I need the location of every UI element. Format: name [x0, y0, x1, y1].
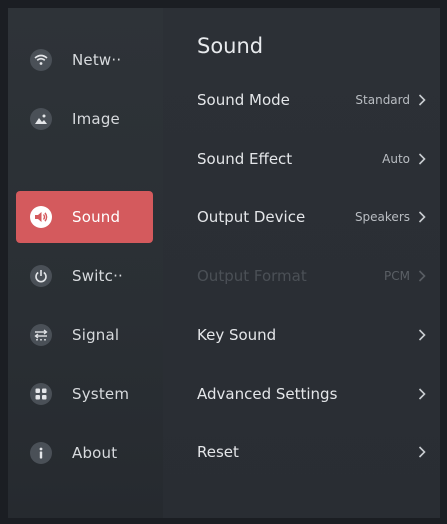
grid-icon [30, 383, 52, 405]
settings-sidebar: Netw·· Image Sound Switc·· Signal System… [8, 8, 163, 518]
setting-label: Sound Effect [197, 150, 293, 168]
wifi-icon [30, 49, 52, 71]
sidebar-item-label: System [72, 385, 130, 403]
setting-label: Advanced Settings [197, 385, 338, 403]
setting-row-output-device[interactable]: Output Device Speakers [197, 197, 428, 237]
setting-row-key-sound[interactable]: Key Sound [197, 315, 428, 355]
sidebar-item-sound[interactable]: Sound [16, 191, 153, 243]
page-title: Sound [197, 34, 264, 58]
setting-label: Output Format [197, 267, 307, 285]
chevron-right-icon [416, 327, 428, 343]
signal-icon [30, 324, 52, 346]
setting-value: Standard [355, 93, 410, 107]
sidebar-item-switch[interactable]: Switc·· [16, 250, 153, 302]
chevron-right-icon [416, 209, 428, 225]
sidebar-item-signal[interactable]: Signal [16, 309, 153, 361]
setting-label: Key Sound [197, 326, 277, 344]
sidebar-item-label: Signal [72, 326, 120, 344]
sidebar-item-label: Switc·· [72, 267, 124, 285]
sidebar-item-image[interactable]: Image [16, 93, 153, 145]
chevron-right-icon [416, 151, 428, 167]
setting-value: Auto [382, 152, 410, 166]
setting-value: PCM [384, 269, 410, 283]
speaker-icon [30, 206, 52, 228]
sidebar-item-label: Sound [72, 208, 121, 226]
chevron-right-icon [416, 386, 428, 402]
sidebar-item-label: Image [72, 110, 120, 128]
setting-row-reset[interactable]: Reset [197, 432, 428, 472]
setting-label: Sound Mode [197, 91, 290, 109]
chevron-right-icon [416, 92, 428, 108]
setting-value: Speakers [354, 210, 410, 224]
sidebar-item-about[interactable]: About [16, 427, 153, 479]
setting-row-advanced-settings[interactable]: Advanced Settings [197, 374, 428, 414]
setting-row-sound-mode[interactable]: Sound Mode Standard [197, 80, 428, 120]
sidebar-item-system[interactable]: System [16, 368, 153, 420]
sound-settings-panel: Sound Sound Mode Standard Sound Effect A… [163, 8, 440, 518]
sidebar-item-label: About [72, 444, 118, 462]
setting-label: Output Device [197, 208, 306, 226]
setting-row-output-format: Output Format PCM [197, 256, 428, 296]
sidebar-item-network[interactable]: Netw·· [16, 34, 153, 86]
sidebar-item-label: Netw·· [72, 51, 122, 69]
info-icon [30, 442, 52, 464]
image-icon [30, 108, 52, 130]
power-icon [30, 265, 52, 287]
setting-row-sound-effect[interactable]: Sound Effect Auto [197, 139, 428, 179]
setting-label: Reset [197, 443, 239, 461]
chevron-right-icon [416, 444, 428, 460]
tv-settings-screen: Netw·· Image Sound Switc·· Signal System… [8, 8, 440, 518]
chevron-right-icon [416, 268, 428, 284]
